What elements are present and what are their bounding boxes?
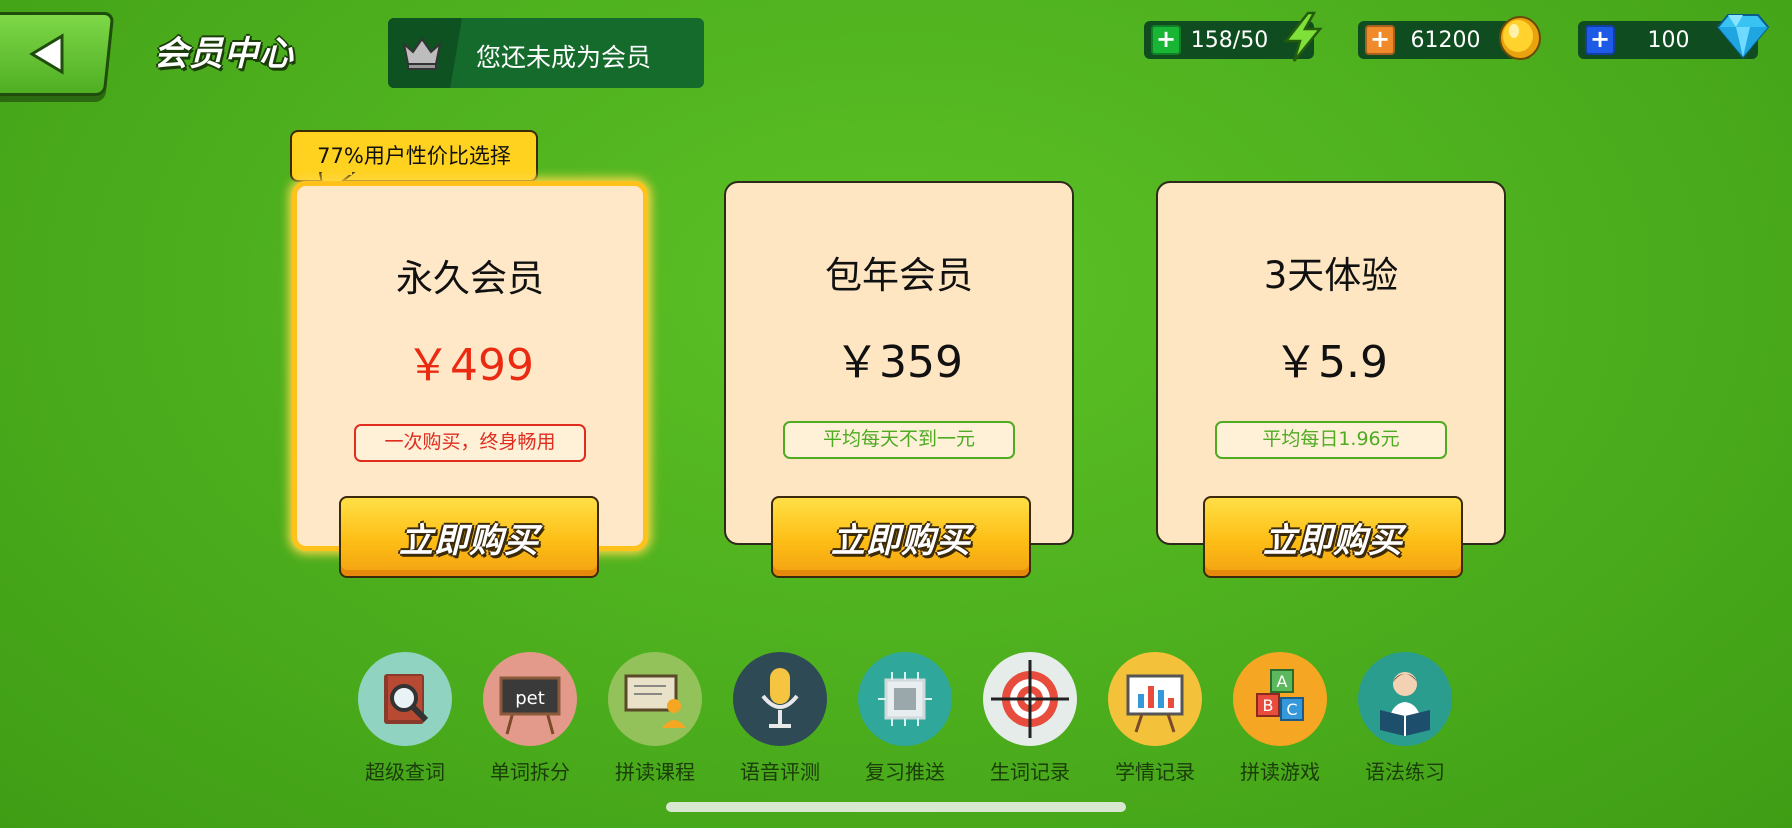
feature-voice-eval[interactable]: 语音评测 <box>725 652 835 785</box>
add-coins-button[interactable]: + <box>1365 25 1395 55</box>
feature-super-lookup[interactable]: 超级查词 <box>350 652 460 785</box>
feature-phonics-game[interactable]: A B C 拼读游戏 <box>1225 652 1335 785</box>
feature-label: 生词记录 <box>990 760 1070 784</box>
diamond-icon <box>1716 14 1770 59</box>
plan-card-yearly[interactable]: 包年会员 ￥359 平均每天不到一元 <box>724 181 1074 545</box>
feature-phonics-course[interactable]: 拼读课程 <box>600 652 710 785</box>
buy-yearly-button[interactable]: 立即购买 <box>771 496 1031 578</box>
feature-review-push[interactable]: 复习推送 <box>850 652 960 785</box>
feature-grammar-practice[interactable]: 语法练习 <box>1350 652 1460 785</box>
feature-label: 拼读游戏 <box>1240 760 1320 784</box>
chart-board-icon <box>1108 652 1202 746</box>
home-indicator[interactable] <box>666 802 1126 812</box>
plan-tag: 平均每日1.96元 <box>1215 421 1447 459</box>
abc-blocks-icon: A B C <box>1233 652 1327 746</box>
coin-counter[interactable]: + 61200 <box>1358 16 1541 60</box>
plan-price: ￥359 <box>835 337 963 388</box>
teacher-board-icon <box>608 652 702 746</box>
add-energy-button[interactable]: + <box>1151 25 1181 55</box>
target-icon <box>983 652 1077 746</box>
word-board-icon: pet <box>483 652 577 746</box>
plan-price: ￥5.9 <box>1274 337 1388 388</box>
diamond-counter[interactable]: + 100 <box>1578 14 1770 59</box>
back-button[interactable] <box>0 12 115 96</box>
plan-name: 3天体验 <box>1263 254 1399 297</box>
feature-label: 语法练习 <box>1365 760 1445 784</box>
svg-text:pet: pet <box>515 688 545 709</box>
svg-text:A: A <box>1277 672 1288 691</box>
reader-icon <box>1358 652 1452 746</box>
add-diamonds-button[interactable]: + <box>1585 25 1615 55</box>
page-title: 会员中心 <box>154 34 294 74</box>
svg-text:B: B <box>1263 696 1274 715</box>
feature-label: 语音评测 <box>740 760 820 784</box>
feature-label: 超级查词 <box>365 760 445 784</box>
plan-tag: 平均每天不到一元 <box>783 421 1015 459</box>
coin-icon <box>1499 16 1541 60</box>
member-status-text: 您还未成为会员 <box>476 43 652 72</box>
dictionary-search-icon <box>358 652 452 746</box>
back-arrow-icon <box>29 33 64 75</box>
energy-counter[interactable]: + 158/50 <box>1144 11 1323 62</box>
crown-icon <box>402 37 442 70</box>
buy-lifetime-button[interactable]: 立即购买 <box>339 496 599 578</box>
feature-study-record[interactable]: 学情记录 <box>1100 652 1210 785</box>
svg-text:C: C <box>1286 700 1297 719</box>
microphone-icon <box>733 652 827 746</box>
feature-label: 复习推送 <box>865 760 945 784</box>
plan-price: ￥499 <box>406 340 534 391</box>
plan-card-trial[interactable]: 3天体验 ￥5.9 平均每日1.96元 <box>1156 181 1506 545</box>
lightning-icon <box>1283 11 1323 62</box>
member-status-box[interactable]: 您还未成为会员 <box>388 18 704 88</box>
plan-name: 包年会员 <box>825 254 973 297</box>
chip-icon <box>858 652 952 746</box>
feature-new-words[interactable]: 生词记录 <box>975 652 1085 785</box>
plan-name: 永久会员 <box>396 257 544 300</box>
feature-label: 学情记录 <box>1115 760 1195 784</box>
feature-word-split[interactable]: pet 单词拆分 <box>475 652 585 785</box>
feature-label: 拼读课程 <box>615 760 695 784</box>
feature-label: 单词拆分 <box>490 760 570 784</box>
buy-trial-button[interactable]: 立即购买 <box>1203 496 1463 578</box>
plan-tag: 一次购买，终身畅用 <box>354 424 586 462</box>
